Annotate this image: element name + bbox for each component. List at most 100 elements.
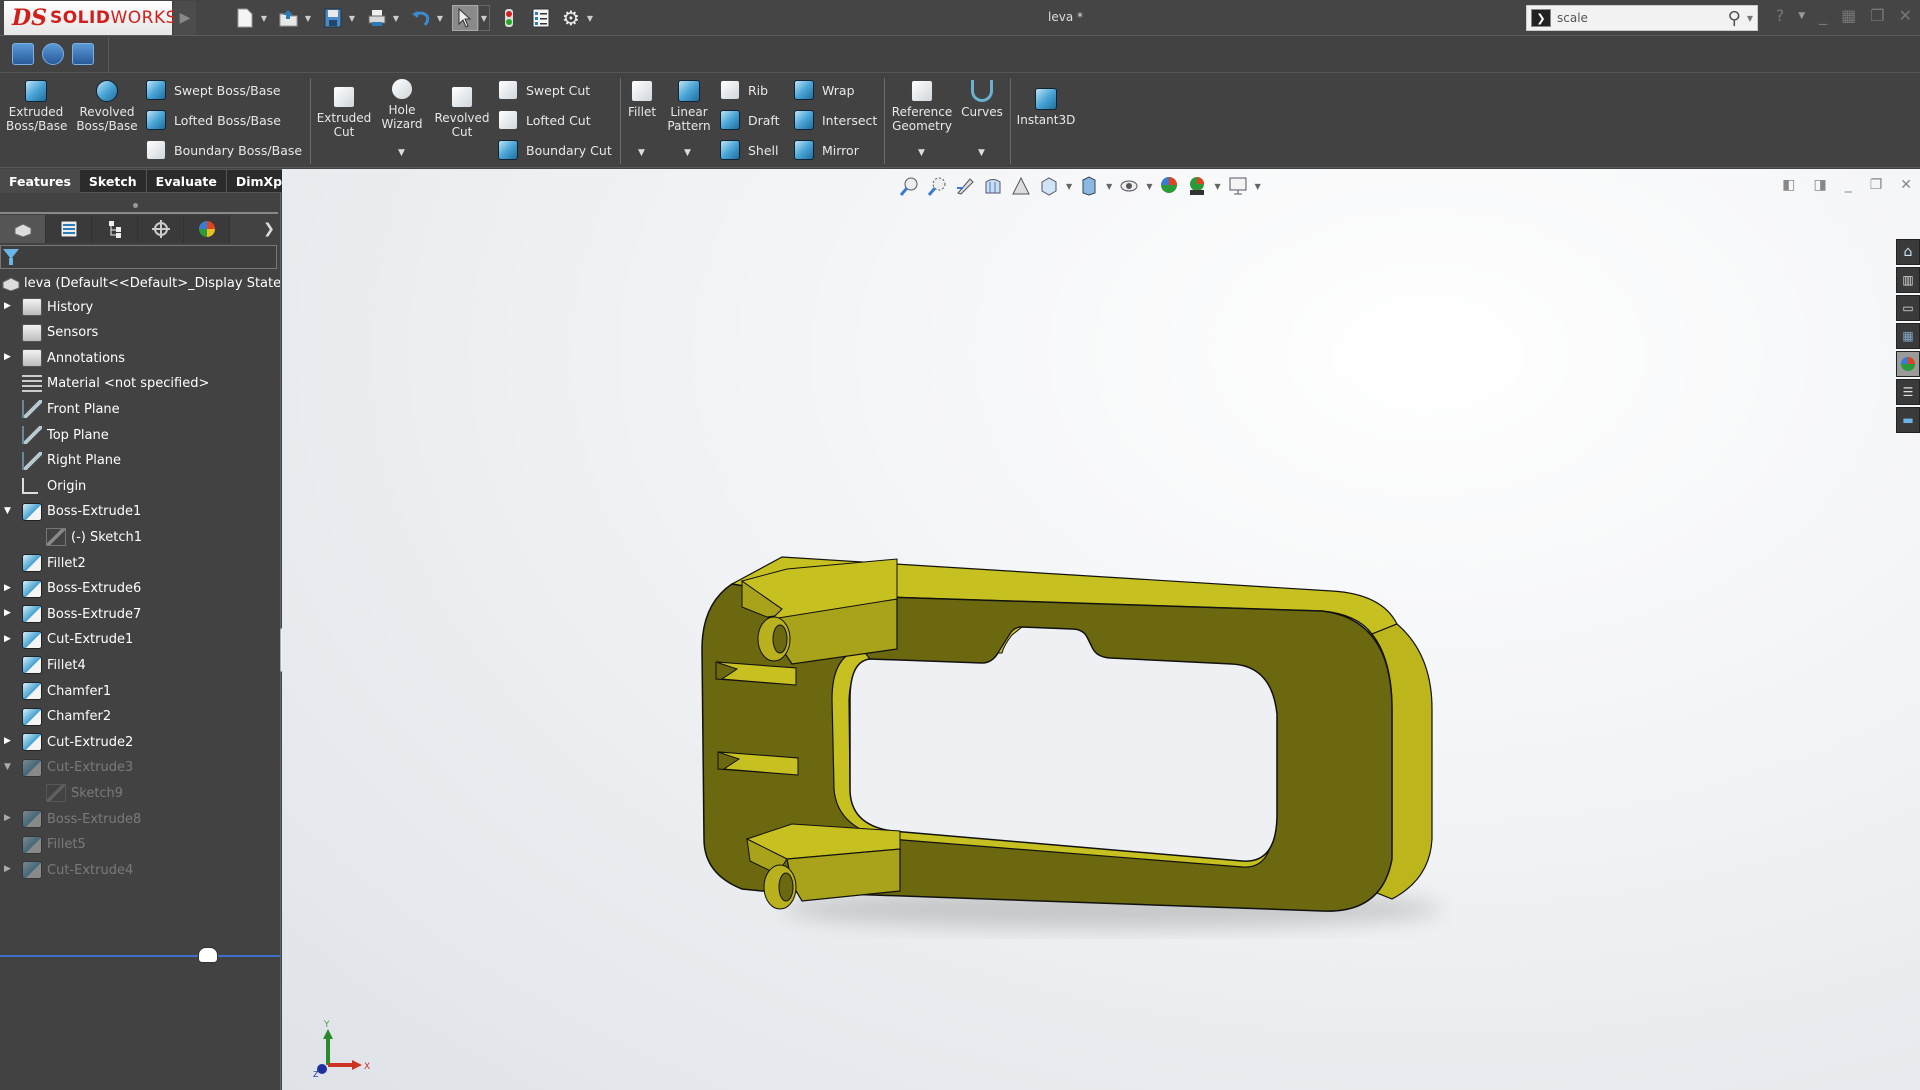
lofted-boss-button[interactable]: Lofted Boss/Base	[146, 108, 281, 132]
minimize-icon[interactable]: _	[1845, 177, 1852, 193]
draft-button[interactable]: Draft	[720, 108, 780, 132]
command-search-icon[interactable]: ❯	[1531, 9, 1551, 27]
tree-item[interactable]: Cut-Extrude1	[22, 628, 133, 652]
save-dropdown[interactable]: ▼	[346, 14, 358, 23]
expand-caret-icon[interactable]: ▶	[4, 352, 14, 362]
apply-scene-button[interactable]	[1186, 175, 1208, 197]
file-properties-button[interactable]	[528, 5, 554, 31]
print-dropdown[interactable]: ▼	[390, 14, 402, 23]
lofted-cut-button[interactable]: Lofted Cut	[498, 108, 591, 132]
view-orientation-button[interactable]	[1038, 175, 1060, 197]
hide-show-dropdown[interactable]: ▼	[1146, 182, 1152, 191]
tree-item[interactable]: Boss-Extrude8	[22, 807, 141, 831]
rebuild-button[interactable]	[496, 5, 522, 31]
search-dropdown[interactable]: ▼	[1747, 14, 1753, 23]
collapse-caret-icon[interactable]: ▼	[4, 506, 14, 516]
open-dropdown[interactable]: ▼	[302, 14, 314, 23]
edit-sketch-icon[interactable]	[12, 43, 34, 65]
tree-item[interactable]: Cut-Extrude4	[22, 858, 133, 882]
select-button[interactable]	[452, 5, 478, 31]
tab-display-manager[interactable]	[184, 215, 230, 243]
extruded-boss-button[interactable]: Extruded Boss/Base	[6, 80, 67, 133]
help-dropdown[interactable]: ▼	[1798, 6, 1805, 26]
rebuild-feature-icon[interactable]	[42, 43, 64, 65]
tree-item[interactable]: Annotations	[22, 346, 125, 370]
tree-item[interactable]: Front Plane	[22, 397, 120, 421]
help-icon[interactable]: ?	[1776, 6, 1785, 26]
task-pane-custom-properties[interactable]: ☰	[1896, 379, 1920, 405]
hole-wizard-button[interactable]: Hole Wizard	[376, 78, 428, 131]
section-view-button[interactable]	[982, 175, 1004, 197]
hide-show-items-button[interactable]	[1118, 175, 1140, 197]
boundary-cut-button[interactable]: Boundary Cut	[498, 138, 612, 162]
search-icon[interactable]: ⚲	[1728, 8, 1741, 29]
tree-item[interactable]: History	[22, 295, 93, 319]
intersect-button[interactable]: Intersect	[794, 108, 877, 132]
menu-expand-arrow[interactable]: ▶	[174, 1, 196, 35]
swept-boss-button[interactable]: Swept Boss/Base	[146, 78, 281, 102]
zoom-to-fit-button[interactable]	[898, 175, 920, 197]
tree-item[interactable]: (-) Sketch1	[46, 525, 142, 549]
view-settings-dropdown[interactable]: ▼	[1255, 182, 1261, 191]
tree-item[interactable]: Fillet2	[22, 551, 86, 575]
close-icon[interactable]: ✕	[1900, 177, 1912, 193]
tree-item[interactable]: Cut-Extrude3	[22, 756, 133, 780]
fillet-dropdown[interactable]: ▼	[638, 148, 645, 158]
tree-item[interactable]: Boss-Extrude6	[22, 577, 141, 601]
tree-item[interactable]: Top Plane	[22, 423, 109, 447]
previous-icon[interactable]: ◧	[1782, 177, 1795, 193]
mirror-button[interactable]: Mirror	[794, 138, 859, 162]
expand-caret-icon[interactable]: ▶	[4, 864, 14, 874]
view-orientation-dropdown[interactable]: ▼	[1066, 182, 1072, 191]
tab-dimxpert-manager[interactable]	[138, 215, 184, 243]
tab-evaluate[interactable]: Evaluate	[146, 169, 227, 193]
options-dropdown[interactable]: ▼	[584, 14, 596, 23]
expand-caret-icon[interactable]: ▶	[4, 583, 14, 593]
edit-appearance-button[interactable]	[1158, 175, 1180, 197]
tree-filter-input[interactable]	[0, 245, 277, 269]
reference-geometry-button[interactable]: Reference Geometry	[888, 80, 956, 133]
tree-item[interactable]: Chamfer1	[22, 679, 111, 703]
task-pane-file-explorer[interactable]: ▭	[1896, 295, 1920, 321]
tab-configuration-manager[interactable]	[92, 215, 138, 243]
expand-caret-icon[interactable]: ▶	[4, 634, 14, 644]
revolved-cut-button[interactable]: Revolved Cut	[432, 86, 492, 139]
close-icon[interactable]: ✕	[1899, 6, 1912, 26]
hole-wizard-dropdown[interactable]: ▼	[398, 148, 405, 158]
task-pane-view-palette[interactable]: ▦	[1896, 323, 1920, 349]
tree-item[interactable]: Boss-Extrude1	[22, 500, 141, 524]
tree-item[interactable]: Material <not specified>	[22, 372, 209, 396]
more-tabs-chevron-icon[interactable]: ❯	[257, 215, 281, 243]
open-part-icon[interactable]	[72, 43, 94, 65]
open-button[interactable]	[276, 5, 302, 31]
boundary-boss-button[interactable]: Boundary Boss/Base	[146, 138, 302, 162]
rib-button[interactable]: Rib	[720, 78, 768, 102]
restore-icon[interactable]: ❐	[1870, 177, 1883, 193]
new-dropdown[interactable]: ▼	[258, 14, 270, 23]
linear-pattern-button[interactable]: Linear Pattern	[664, 80, 714, 133]
tab-feature-manager[interactable]	[0, 215, 46, 243]
linear-pattern-dropdown[interactable]: ▼	[684, 148, 691, 158]
options-button[interactable]: ⚙	[558, 5, 584, 31]
tab-features[interactable]: Features	[0, 169, 80, 193]
reference-geometry-dropdown[interactable]: ▼	[918, 148, 925, 158]
task-pane-forum[interactable]: ▬	[1896, 407, 1920, 433]
tree-item[interactable]: Origin	[22, 474, 86, 498]
collapse-caret-icon[interactable]: ▼	[4, 762, 14, 772]
display-style-dropdown[interactable]: ▼	[1106, 182, 1112, 191]
expand-caret-icon[interactable]: ▶	[4, 301, 14, 311]
shell-button[interactable]: Shell	[720, 138, 779, 162]
tree-item[interactable]: Boss-Extrude7	[22, 602, 141, 626]
tree-item[interactable]: Fillet5	[22, 833, 86, 857]
swept-cut-button[interactable]: Swept Cut	[498, 78, 590, 102]
expand-caret-icon[interactable]: ▶	[4, 736, 14, 746]
curves-button[interactable]: Curves	[960, 80, 1004, 119]
search-bar[interactable]: ❯ ⚲ ▼	[1526, 5, 1758, 31]
undo-button[interactable]	[408, 5, 434, 31]
task-pane-design-library[interactable]: ▥	[1896, 267, 1920, 293]
display-style-button[interactable]	[1078, 175, 1100, 197]
tile-icon[interactable]: ▦	[1841, 6, 1856, 26]
rollback-bar[interactable]	[0, 955, 280, 957]
save-button[interactable]	[320, 5, 346, 31]
tree-item[interactable]: Right Plane	[22, 449, 121, 473]
